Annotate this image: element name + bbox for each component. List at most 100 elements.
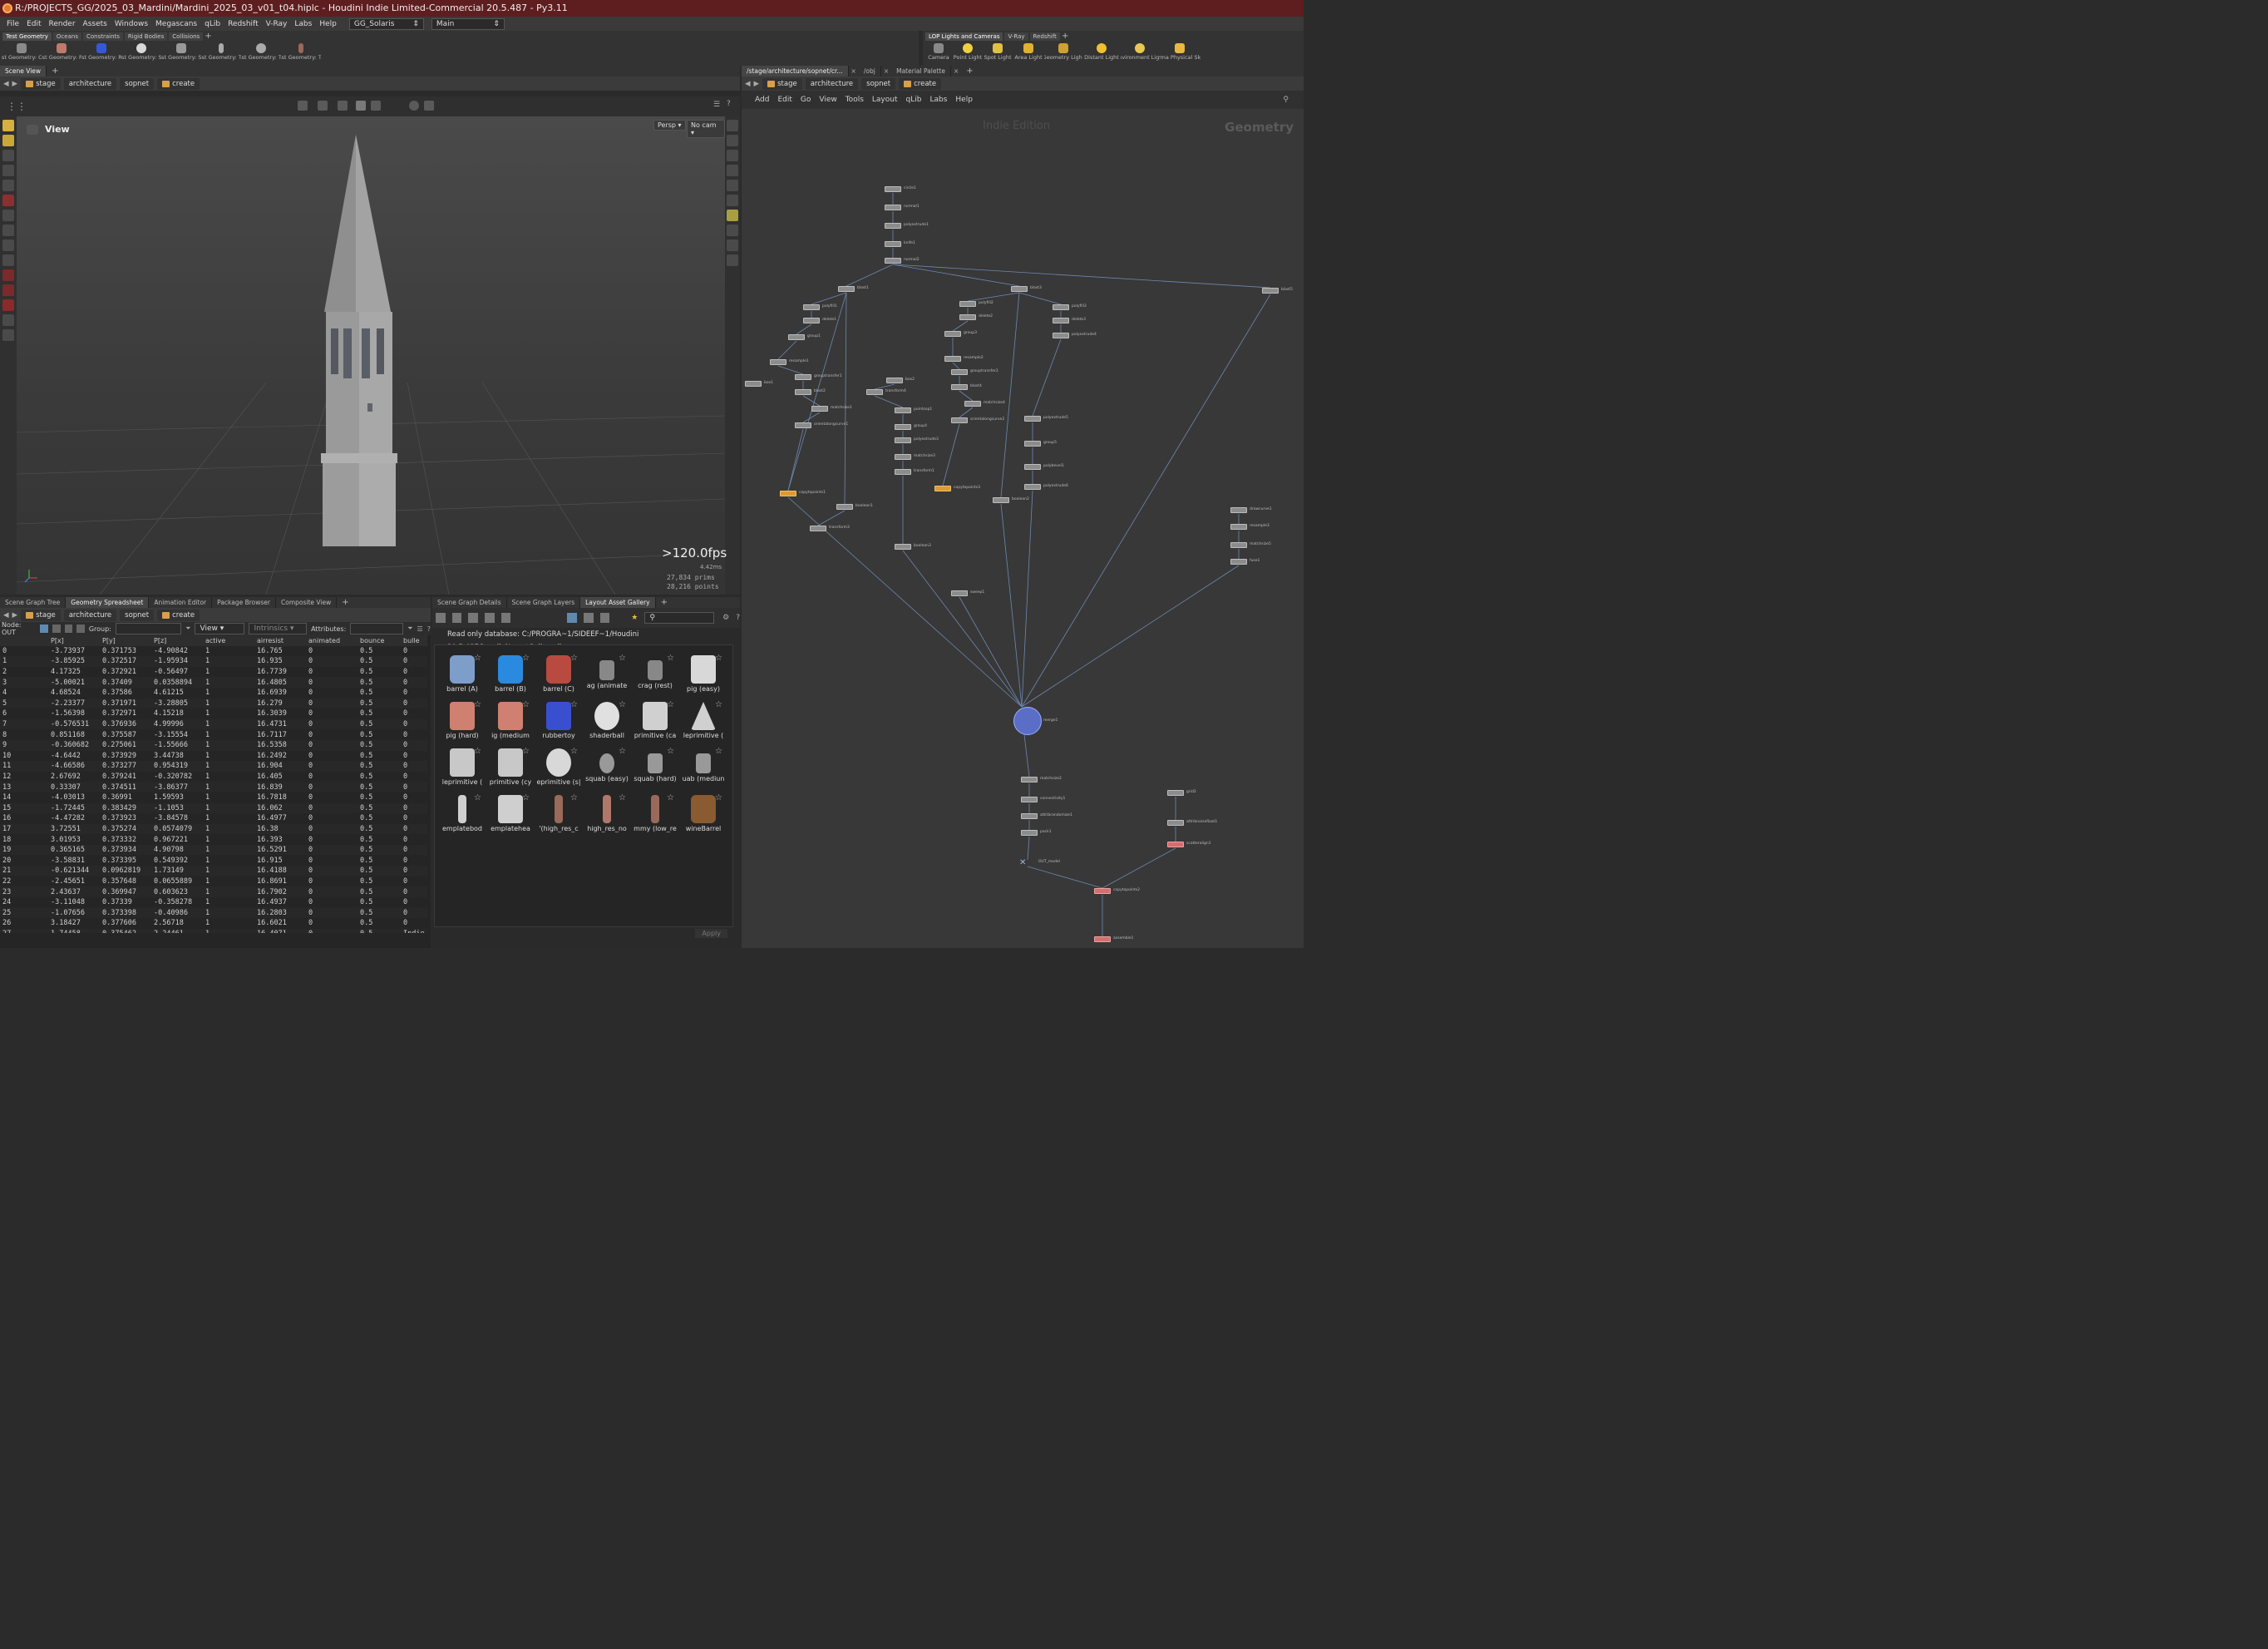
- shelf-tool[interactable]: Test Geometry: R...: [81, 42, 121, 65]
- shelf-tab-constraints[interactable]: Constraints: [82, 32, 123, 41]
- network-node-circle1[interactable]: [885, 186, 901, 192]
- shelf-tool[interactable]: Test Geometry: T...: [281, 42, 321, 65]
- close-tab-icon[interactable]: ×: [881, 67, 891, 75]
- help-icon[interactable]: ?: [427, 625, 431, 633]
- favorite-star-icon[interactable]: ☆: [570, 793, 578, 802]
- column-header[interactable]: active: [203, 635, 254, 646]
- network-node-blast4[interactable]: [951, 384, 968, 390]
- breadcrumb-create[interactable]: create: [899, 77, 942, 90]
- gallery-item[interactable]: ☆ squab (easy): [583, 745, 631, 792]
- network-node-group1[interactable]: [788, 334, 805, 340]
- favorite-star-icon[interactable]: ☆: [522, 793, 530, 802]
- network-node-boolean2[interactable]: [993, 497, 1009, 503]
- display-option-icon[interactable]: [727, 225, 738, 236]
- gallery-item[interactable]: ☆ ag (animate: [583, 652, 631, 699]
- favorite-star-icon[interactable]: ☆: [667, 793, 674, 802]
- intrinsics-select[interactable]: Intrinsics ▾: [249, 623, 308, 634]
- network-node-polyfill2[interactable]: [959, 301, 976, 307]
- shelf-tab-vray[interactable]: V-Ray: [1004, 32, 1028, 41]
- view-menu-icon[interactable]: [27, 125, 38, 135]
- menu-labs[interactable]: Labs: [294, 20, 312, 28]
- network-node-polyextrude1[interactable]: [885, 223, 901, 229]
- menu-help[interactable]: Help: [319, 20, 337, 28]
- tab-network-path[interactable]: /stage/architecture/sopnet/cr...: [742, 66, 849, 77]
- table-row[interactable]: 20 -3.58831 0.373395 0.549392 1 16.915 0 0.5 0: [0, 855, 427, 866]
- gallery-item[interactable]: ☆ primitive (cy: [486, 745, 535, 792]
- network-node-matchsize2[interactable]: [1021, 777, 1038, 783]
- tab-layout-asset-gallery[interactable]: Layout Asset Gallery: [580, 597, 656, 608]
- favorite-star-icon[interactable]: ☆: [522, 747, 530, 756]
- network-node-delete2[interactable]: [959, 314, 976, 320]
- column-header[interactable]: [0, 635, 48, 646]
- folder-icon[interactable]: [451, 613, 462, 623]
- shelf-tool-environment-light[interactable]: Environment Light: [1121, 42, 1159, 65]
- menu-edit[interactable]: Edit: [27, 20, 41, 28]
- gallery-item[interactable]: ☆ pig (hard): [438, 699, 486, 745]
- network-node-group4[interactable]: [895, 424, 911, 430]
- menu-file[interactable]: File: [7, 20, 19, 28]
- gallery-item[interactable]: ☆ ig (medium: [486, 699, 535, 745]
- table-row[interactable]: 3 -5.00021 0.37409 0.0358894 1 16.4805 0 0.5 0: [0, 677, 427, 688]
- favorite-star-icon[interactable]: ☆: [667, 747, 674, 756]
- menu-megascans[interactable]: Megascans: [155, 20, 197, 28]
- tab-material-palette[interactable]: Material Palette: [891, 66, 951, 77]
- network-node-transform4[interactable]: [866, 389, 883, 395]
- network-node-matchsize5[interactable]: [1230, 542, 1247, 548]
- table-row[interactable]: 17 3.72551 0.375274 0.0574079 1 16.38 0 0.5 0: [0, 823, 427, 835]
- shading-icon[interactable]: [356, 101, 366, 111]
- network-node-matchsize4[interactable]: [964, 401, 981, 407]
- gallery-item[interactable]: ☆ leprimitive (: [679, 699, 727, 745]
- network-menu-add[interactable]: Add: [755, 96, 769, 104]
- filter-icon[interactable]: ⏷: [185, 625, 190, 633]
- menu-windows[interactable]: Windows: [115, 20, 148, 28]
- gallery-item[interactable]: ☆ barrel (C): [535, 652, 583, 699]
- forward-arrow-icon[interactable]: ▶: [754, 80, 760, 88]
- back-arrow-icon[interactable]: ◀: [745, 80, 751, 88]
- network-node-polyextrude3[interactable]: [895, 437, 911, 443]
- shelf-tool-area-light[interactable]: Area Light: [1013, 42, 1044, 65]
- camera-menu[interactable]: No cam ▾: [687, 120, 725, 138]
- favorite-star-icon[interactable]: ☆: [474, 793, 481, 802]
- favorites-star-icon[interactable]: ★: [631, 614, 638, 622]
- shelf-tool-karma-sky[interactable]: Karma Physical Sky...: [1159, 42, 1201, 65]
- shelf-tab-test-geometry[interactable]: Test Geometry: [2, 32, 52, 41]
- gallery-item[interactable]: ☆ uab (mediun: [679, 745, 727, 792]
- network-node-fuse1[interactable]: [1230, 559, 1247, 565]
- network-node-merge1[interactable]: [1013, 707, 1042, 735]
- table-row[interactable]: 11 -4.66586 0.373277 0.954319 1 16.904 0 0.5 0: [0, 761, 427, 772]
- light-icon[interactable]: [727, 210, 738, 221]
- favorite-star-icon[interactable]: ☆: [715, 700, 722, 709]
- shelf-tool-camera[interactable]: Camera: [924, 42, 953, 65]
- tab-scene-graph-tree[interactable]: Scene Graph Tree: [0, 597, 67, 608]
- network-node-knife1[interactable]: [885, 241, 901, 247]
- light-tool-icon[interactable]: [2, 195, 14, 206]
- network-node-sweep1[interactable]: [951, 590, 968, 596]
- display-option-icon[interactable]: [727, 180, 738, 191]
- points-mode-icon[interactable]: [40, 625, 49, 633]
- table-row[interactable]: 0 -3.73937 0.371753 -4.90842 1 16.765 0 0.5 0: [0, 646, 427, 657]
- column-header[interactable]: animated: [306, 635, 357, 646]
- edit-icon[interactable]: [468, 613, 478, 623]
- view-tool-icon[interactable]: [2, 314, 14, 326]
- network-node-polybevel1[interactable]: [1024, 464, 1041, 470]
- network-node-blast1[interactable]: [838, 286, 855, 292]
- close-tab-icon[interactable]: ×: [849, 67, 859, 75]
- shelf-tab-oceans[interactable]: Oceans: [52, 32, 81, 41]
- back-arrow-icon[interactable]: ◀: [3, 80, 9, 88]
- menu-vray[interactable]: V-Ray: [266, 20, 288, 28]
- table-row[interactable]: 23 2.43637 0.369947 0.603623 1 16.7902 0 0.5 0: [0, 886, 427, 897]
- breadcrumb-architecture[interactable]: architecture: [805, 77, 859, 90]
- favorite-star-icon[interactable]: ☆: [474, 654, 481, 663]
- menu-icon[interactable]: ☰: [417, 625, 423, 633]
- handle-tool-icon[interactable]: [2, 165, 14, 176]
- shelf-tool[interactable]: Test Geometry: T...: [201, 42, 241, 65]
- tag-icon[interactable]: [484, 613, 495, 623]
- apply-button[interactable]: Apply: [695, 929, 727, 938]
- table-row[interactable]: 1 -3.85925 0.372517 -1.95934 1 16.935 0 0.5 0: [0, 656, 427, 667]
- network-menu-go[interactable]: Go: [801, 96, 811, 104]
- favorite-star-icon[interactable]: ☆: [570, 700, 578, 709]
- add-asset-icon[interactable]: [436, 613, 446, 623]
- back-arrow-icon[interactable]: ◀: [3, 611, 9, 620]
- shelf-tool-geometry-light[interactable]: Geometry Light: [1044, 42, 1082, 65]
- network-node-boolean3[interactable]: [895, 544, 911, 550]
